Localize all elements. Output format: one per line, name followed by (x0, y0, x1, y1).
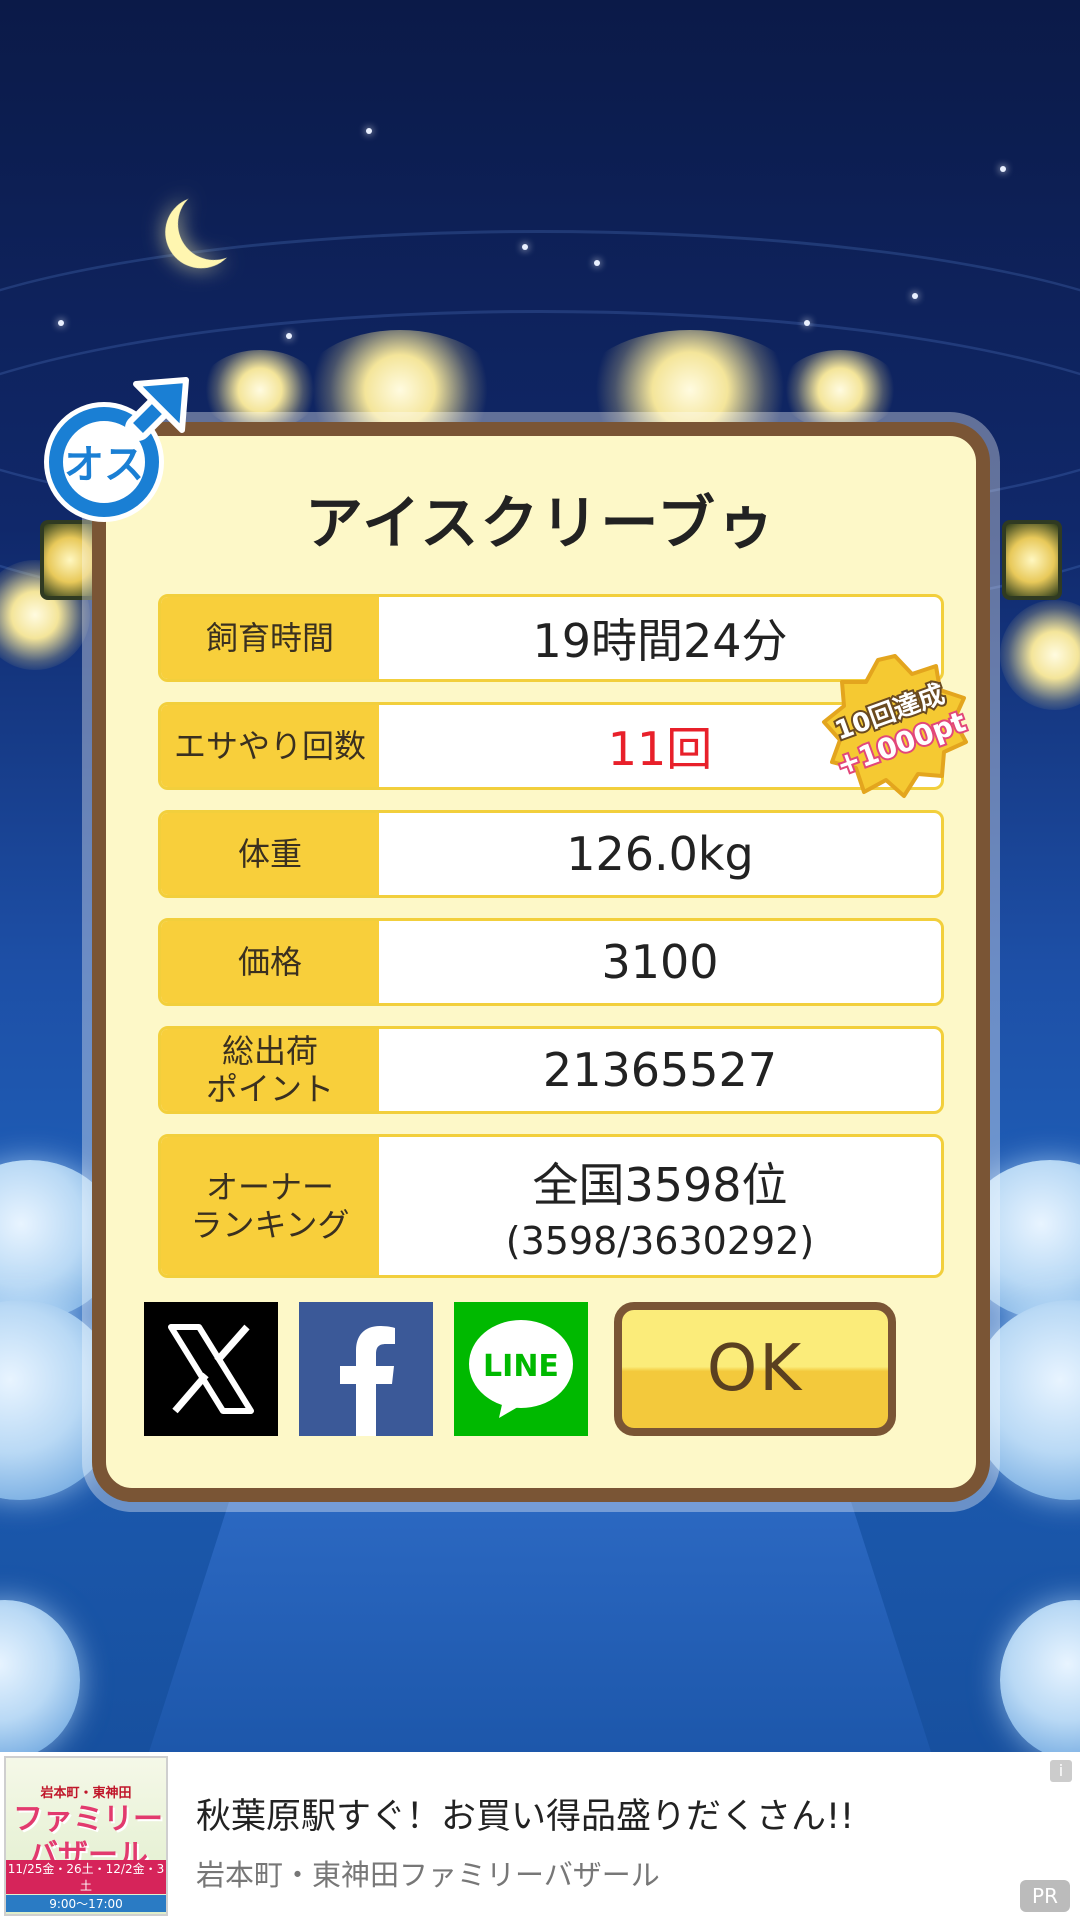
stat-label-line: オーナー (205, 1168, 334, 1206)
star (286, 333, 292, 339)
ad-image[interactable]: 岩本町・東神田 ファミリー バザール 11/25金・26土・12/2金・3土 9… (4, 1756, 168, 1916)
ok-button[interactable]: OK (614, 1302, 896, 1436)
x-share-button[interactable] (144, 1302, 278, 1436)
achievement-badge: 10回達成 +1000pt (822, 654, 970, 798)
street-lamp (1002, 520, 1062, 600)
stat-row-weight: 体重 126.0kg (158, 810, 944, 898)
stat-value: 126.0kg (566, 827, 754, 881)
stat-label-line: ランキング (190, 1206, 350, 1244)
x-logo-icon (168, 1324, 254, 1414)
stage-floor (140, 1480, 940, 1752)
ad-title[interactable]: 秋葉原駅すぐ！お買い得品盛りだくさん!! (196, 1788, 854, 1839)
stat-row-shipping-points: 総出荷 ポイント 21365527 (158, 1026, 944, 1114)
stat-value: 21365527 (542, 1043, 778, 1097)
stat-value: 全国3598位 (3598/3630292) (379, 1137, 941, 1275)
light-cluster (780, 350, 900, 430)
stat-label: エサやり回数 (161, 705, 379, 787)
light-cluster (1000, 600, 1080, 710)
stat-label: 価格 (161, 921, 379, 1003)
snow-globe-light (1000, 1600, 1080, 1752)
sex-badge-text: オス (64, 442, 144, 488)
ad-image-title-line: ファミリー (13, 1802, 163, 1837)
stat-label: 総出荷 ポイント (161, 1029, 379, 1111)
ad-image-hours: 9:00〜17:00 (6, 1895, 166, 1912)
ad-info-icon[interactable]: i (1050, 1760, 1072, 1782)
stat-label-line: ポイント (205, 1070, 334, 1108)
star (594, 260, 600, 266)
stat-label: 飼育時間 (161, 597, 379, 679)
ad-advertiser[interactable]: 岩本町・東神田ファミリーバザール (196, 1852, 660, 1894)
stat-value: 3100 (601, 935, 719, 989)
star (912, 293, 918, 299)
stat-row-price: 価格 3100 (158, 918, 944, 1006)
star (58, 320, 64, 326)
facebook-logo-icon (340, 1326, 395, 1436)
stat-label: 体重 (161, 813, 379, 895)
ad-pr-badge: PR (1020, 1880, 1070, 1912)
line-share-button[interactable]: LINE (454, 1302, 588, 1436)
stat-label-line: 総出荷 (221, 1032, 318, 1070)
star (804, 320, 810, 326)
line-logo-text: LINE (483, 1349, 559, 1384)
star (1000, 166, 1006, 172)
ad-image-text: 岩本町・東神田 (40, 1786, 132, 1801)
ad-banner[interactable]: 岩本町・東神田 ファミリー バザール 11/25金・26土・12/2金・3土 9… (0, 1752, 1080, 1920)
facebook-share-button[interactable] (299, 1302, 433, 1436)
ranking-detail: (3598/3630292) (505, 1219, 815, 1263)
stat-row-owner-ranking: オーナー ランキング 全国3598位 (3598/3630292) (158, 1134, 944, 1278)
character-name: アイスクリーブゥ (305, 489, 777, 557)
ranking-value: 全国3598位 (532, 1158, 788, 1212)
snow-globe-light (0, 1600, 80, 1752)
street-lamp (40, 520, 100, 600)
stat-label: オーナー ランキング (161, 1137, 379, 1275)
ad-image-dates: 11/25金・26土・12/2金・3土 (6, 1860, 166, 1894)
male-badge-icon: オス (44, 377, 189, 522)
star (366, 128, 372, 134)
line-logo-icon: LINE (469, 1320, 573, 1418)
star (522, 244, 528, 250)
light-cluster (200, 350, 320, 430)
